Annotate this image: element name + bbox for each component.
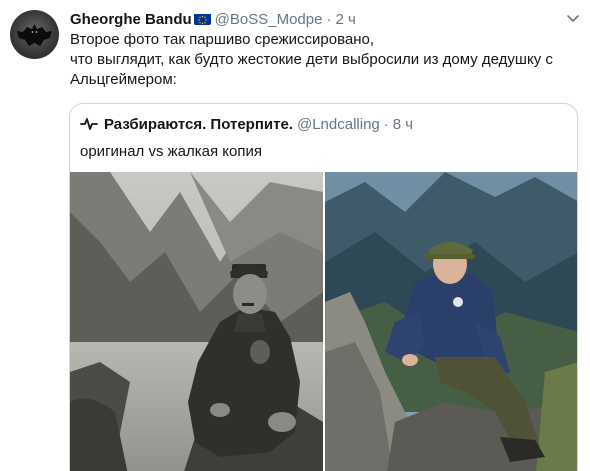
author-handle[interactable]: @BoSS_Modpe <box>215 11 323 28</box>
tweet-text-line: что выглядит, как будто жестокие дети вы… <box>70 51 553 68</box>
separator-dot: · <box>383 115 389 133</box>
left-photo[interactable] <box>70 172 323 471</box>
tweet-text: Второе фото так паршиво срежиссировано, … <box>70 30 575 90</box>
author-avatar[interactable] <box>10 10 59 59</box>
bat-icon <box>17 24 52 46</box>
author-display-name[interactable]: Gheorghe Bandu <box>70 11 192 28</box>
tweet-header: Gheorghe Bandu @BoSS_Modpe · 2 ч <box>70 9 356 29</box>
photo-grid <box>70 172 577 471</box>
quoted-author-handle[interactable]: @Lndcalling <box>297 116 380 133</box>
tweet[interactable]: Gheorghe Bandu @BoSS_Modpe · 2 ч Второе … <box>0 0 590 471</box>
tweet-timestamp[interactable]: 2 ч <box>335 11 355 28</box>
tweet-text-line: Альцгеймером: <box>70 71 177 88</box>
separator-dot: · <box>326 10 332 28</box>
quoted-author-display-name[interactable]: Разбираются. Потерпите. <box>104 116 293 133</box>
quoted-tweet-text: оригинал vs жалкая копия <box>80 143 262 160</box>
pulse-icon[interactable] <box>80 115 98 133</box>
tweet-text-line: Второе фото так паршиво срежиссировано, <box>70 31 375 48</box>
quoted-tweet[interactable]: Разбираются. Потерпите. @Lndcalling · 8 … <box>69 103 578 471</box>
eu-flag-icon <box>193 13 211 25</box>
quoted-tweet-header: Разбираются. Потерпите. @Lndcalling · 8 … <box>80 114 413 134</box>
right-photo[interactable] <box>325 172 577 471</box>
quoted-tweet-timestamp[interactable]: 8 ч <box>393 116 413 133</box>
chevron-down-icon[interactable] <box>565 10 581 26</box>
